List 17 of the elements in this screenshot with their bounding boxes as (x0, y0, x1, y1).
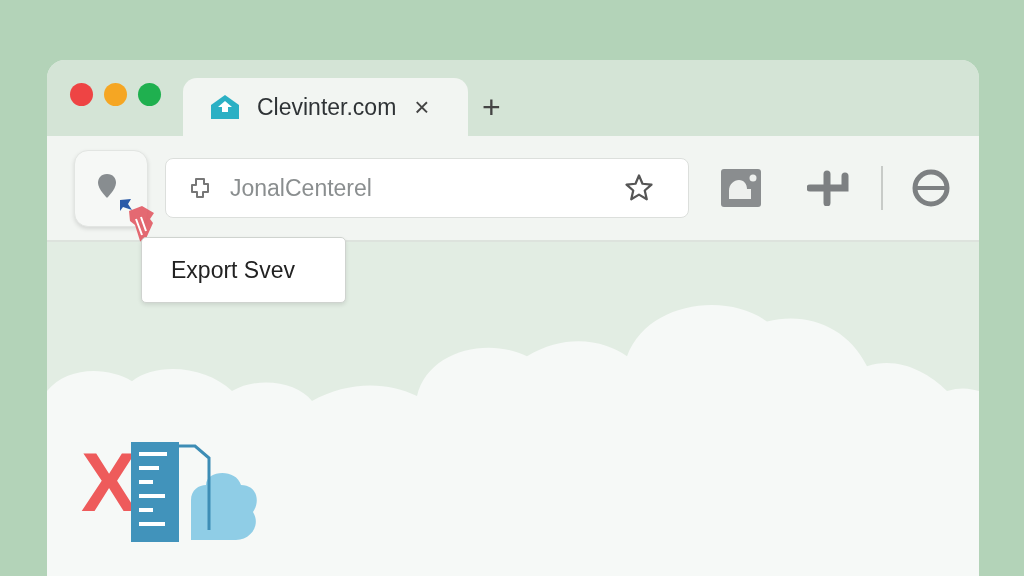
tab-title: Clevinter.com (257, 93, 397, 121)
window-control-dot[interactable] (104, 82, 127, 106)
star-icon[interactable] (624, 173, 654, 203)
photo-frame-icon[interactable] (721, 169, 761, 207)
plus-shaped-icon[interactable] (807, 170, 851, 206)
browser-tab[interactable]: Clevinter.com × (183, 78, 468, 136)
new-tab-button[interactable]: + (474, 89, 509, 126)
window-control-dot[interactable] (138, 82, 161, 106)
tooltip: Export Svev (141, 237, 346, 303)
spreadsheet-cloud-drawing: X (81, 440, 277, 558)
location-pin-icon (97, 172, 117, 199)
tray-icon (209, 93, 241, 121)
close-tab-button[interactable]: × (410, 91, 434, 123)
window-control-dot[interactable] (70, 82, 93, 106)
extension-button[interactable] (74, 149, 148, 227)
address-field[interactable]: JonalCenterel (228, 173, 624, 203)
address-bar[interactable]: JonalCenterel (165, 158, 689, 218)
